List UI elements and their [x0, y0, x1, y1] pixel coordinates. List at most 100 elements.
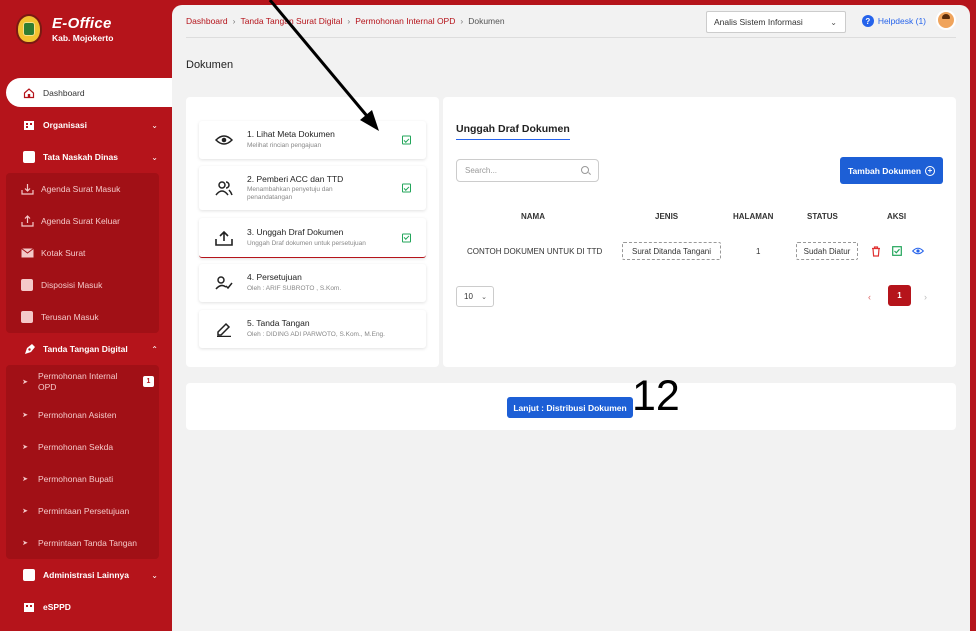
arrow-right-icon: ➤ [22, 379, 28, 386]
sidebar-item-organisasi[interactable]: Organisasi ⌄ [0, 109, 172, 141]
cell-halaman: 1 [756, 247, 761, 256]
helpdesk-link[interactable]: ? Helpdesk (1) [861, 15, 926, 27]
check-square-icon [402, 233, 411, 242]
sidebar-menu: Dashboard Organisasi ⌄ Tata Naskah Dinas… [0, 77, 172, 623]
annotation-number: 12 [632, 372, 680, 420]
col-halaman[interactable]: HALAMAN [733, 212, 773, 221]
arrow-right-icon: ➤ [22, 508, 28, 515]
sidebar-item-administrasi-lainnya[interactable]: Administrasi Lainnya ⌄ [0, 559, 172, 591]
sidebar-item-agenda-surat-keluar[interactable]: Agenda Surat Keluar [6, 205, 159, 237]
chevron-right-icon: › [460, 16, 464, 26]
pagination-current[interactable]: 1 [888, 285, 911, 306]
chevron-down-icon: ⌄ [481, 293, 487, 301]
col-jenis[interactable]: JENIS [655, 212, 678, 221]
chevron-right-icon: › [347, 16, 351, 26]
pen-nib-icon [22, 342, 36, 356]
add-document-button[interactable]: Tambah Dokumen + [840, 157, 943, 184]
pen-signature-icon [214, 319, 234, 339]
sidebar-item-esppd[interactable]: eSPPD [0, 591, 172, 623]
pagination-prev[interactable]: ‹ [868, 292, 871, 302]
view-eye-icon[interactable] [912, 245, 924, 257]
page-title: Dokumen [186, 59, 234, 71]
pagination-next[interactable]: › [924, 292, 927, 302]
breadcrumb-tanda-tangan[interactable]: Tanda Tangan Surat Digital [240, 16, 342, 26]
arrow-right-icon: ➤ [22, 540, 28, 547]
page-size-select[interactable]: 10 ⌄ [456, 286, 494, 307]
chevron-down-icon: ⌄ [151, 120, 158, 130]
plus-circle-icon: + [925, 165, 936, 176]
next-distribution-button[interactable]: Lanjut : Distribusi Dokumen [507, 397, 633, 418]
chevron-down-icon: ⌄ [830, 17, 837, 27]
count-badge: 1 [143, 376, 154, 387]
col-nama[interactable]: NAMA [521, 212, 545, 221]
check-square-icon [402, 183, 411, 193]
main-content: Dashboard › Tanda Tangan Surat Digital ›… [172, 5, 970, 631]
upload-card: Unggah Draf Dokumen Search... Tambah Dok… [443, 97, 956, 367]
sidebar-item-permohonan-asisten[interactable]: ➤ Permohonan Asisten [6, 399, 159, 431]
inbox-download-icon [20, 182, 34, 196]
sidebar-item-permohonan-sekda[interactable]: ➤ Permohonan Sekda [6, 431, 159, 463]
col-aksi: AKSI [887, 212, 907, 221]
chevron-down-icon: ⌄ [151, 152, 158, 162]
cell-status: Sudah Diatur [796, 242, 858, 260]
sidebar-item-disposisi-masuk[interactable]: Disposisi Masuk [6, 269, 159, 301]
document-icon [22, 150, 36, 164]
sidebar-item-permohonan-bupati[interactable]: ➤ Permohonan Bupati [6, 463, 159, 495]
brand[interactable]: E-Office Kab. Mojokerto [16, 14, 113, 44]
sidebar: E-Office Kab. Mojokerto Dashboard Organi… [0, 0, 172, 631]
check-square-icon [402, 135, 411, 145]
search-input[interactable]: Search... [456, 159, 599, 182]
sidebar-item-tanda-tangan-digital[interactable]: Tanda Tangan Digital ⌃ [0, 333, 172, 365]
topbar: Dashboard › Tanda Tangan Surat Digital ›… [186, 5, 956, 38]
arrow-right-icon: ➤ [22, 476, 28, 483]
step-pemberi-acc[interactable]: 2. Pemberi ACC dan TTD Menambahkan penye… [199, 166, 426, 210]
outbox-upload-icon [20, 214, 34, 228]
home-icon [22, 86, 36, 100]
sidebar-item-permintaan-persetujuan[interactable]: ➤ Permintaan Persetujuan [6, 495, 159, 527]
sidebar-item-agenda-surat-masuk[interactable]: Agenda Surat Masuk [6, 173, 159, 205]
breadcrumb-permohonan[interactable]: Permohonan Internal OPD [355, 16, 455, 26]
steps-card: 1. Lihat Meta Dokumen Melihat rincian pe… [186, 97, 439, 367]
step-unggah-draf[interactable]: 3. Unggah Draf Dokumen Unggah Draf dokum… [199, 218, 426, 258]
breadcrumb-current: Dokumen [468, 16, 505, 26]
app-subtitle: Kab. Mojokerto [52, 33, 114, 43]
mail-icon [20, 246, 34, 260]
step-lihat-meta[interactable]: 1. Lihat Meta Dokumen Melihat rincian pe… [199, 121, 426, 159]
kabupaten-logo-icon [16, 14, 42, 44]
step-persetujuan[interactable]: 4. Persetujuan Oleh : ARIF SUBROTO , S.K… [199, 264, 426, 302]
arrow-right-icon: ➤ [22, 444, 28, 451]
arrow-right-icon: ➤ [22, 412, 28, 419]
sidebar-item-dashboard[interactable]: Dashboard [6, 78, 172, 107]
edit-check-icon[interactable] [891, 245, 903, 257]
step-tanda-tangan[interactable]: 5. Tanda Tangan Oleh : DIDING ADI PARWOT… [199, 310, 426, 348]
chevron-up-icon: ⌃ [151, 344, 158, 354]
sidebar-item-terusan-masuk[interactable]: Terusan Masuk [6, 301, 159, 333]
upload-icon [214, 228, 234, 248]
col-status[interactable]: STATUS [807, 212, 838, 221]
building-icon [22, 600, 36, 614]
folder-icon [22, 568, 36, 582]
sidebar-item-permintaan-tanda-tangan[interactable]: ➤ Permintaan Tanda Tangan [6, 527, 159, 559]
tata-naskah-submenu: Agenda Surat Masuk Agenda Surat Keluar K… [6, 173, 159, 333]
tanda-tangan-submenu: ➤ Permohonan Internal OPD 1 ➤ Permohonan… [6, 365, 159, 559]
trash-icon[interactable] [870, 245, 882, 257]
breadcrumb-dashboard[interactable]: Dashboard [186, 16, 228, 26]
role-select[interactable]: Analis Sistem Informasi ⌄ [706, 11, 846, 33]
eye-icon [214, 130, 234, 150]
users-icon [214, 178, 234, 198]
question-icon: ? [861, 15, 874, 27]
app-title: E-Office [52, 15, 112, 32]
sidebar-item-kotak-surat[interactable]: Kotak Surat [6, 237, 159, 269]
action-card: Lanjut : Distribusi Dokumen [186, 383, 956, 430]
avatar[interactable] [936, 10, 956, 30]
cell-jenis: Surat Ditanda Tangani [622, 242, 721, 260]
forward-icon [20, 310, 34, 324]
user-check-icon [214, 273, 234, 293]
search-icon [581, 166, 589, 174]
sidebar-item-tata-naskah[interactable]: Tata Naskah Dinas ⌄ [0, 141, 172, 173]
breadcrumb: Dashboard › Tanda Tangan Surat Digital ›… [186, 16, 505, 26]
sidebar-item-permohonan-internal-opd[interactable]: ➤ Permohonan Internal OPD 1 [6, 365, 159, 399]
upload-section-title: Unggah Draf Dokumen [456, 123, 570, 140]
chevron-right-icon: › [232, 16, 236, 26]
disposition-icon [20, 278, 34, 292]
